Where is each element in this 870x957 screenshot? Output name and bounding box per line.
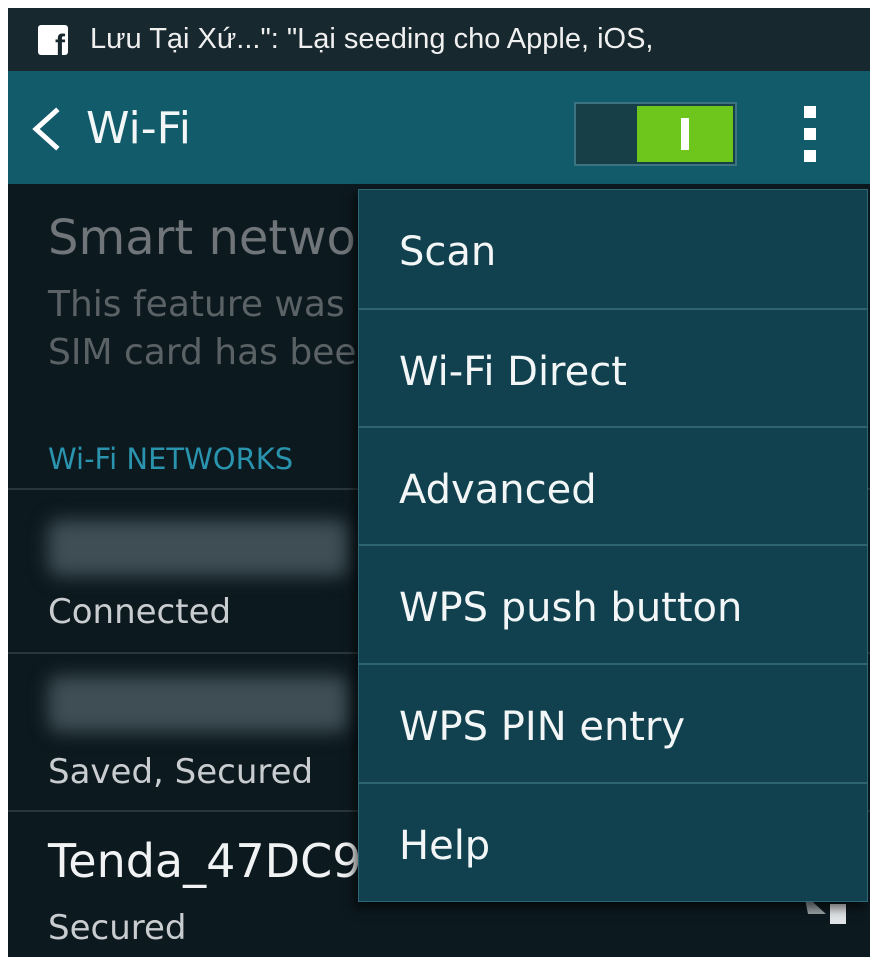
- phone-screen: f Lưu Tại Xứ...": "Lại seeding cho Apple…: [8, 8, 870, 957]
- menu-item-advanced[interactable]: Advanced: [359, 428, 867, 546]
- network-status: Connected: [48, 592, 232, 632]
- menu-item-wifi-direct[interactable]: Wi-Fi Direct: [359, 310, 867, 428]
- notification-bar[interactable]: f Lưu Tại Xứ...": "Lại seeding cho Apple…: [8, 8, 870, 71]
- menu-item-label: Wi-Fi Direct: [399, 349, 627, 395]
- network-status: Saved, Secured: [48, 752, 314, 792]
- page-title: Wi-Fi: [86, 103, 191, 154]
- menu-item-wps-push-button[interactable]: WPS push button: [359, 546, 867, 664]
- smart-network-description: This feature was: [48, 284, 345, 325]
- facebook-icon: f: [38, 25, 68, 55]
- notification-ticker-text: Lưu Tại Xứ...": "Lại seeding cho Apple, …: [90, 23, 654, 55]
- wifi-toggle-switch[interactable]: on: [574, 102, 737, 166]
- smart-network-description: SIM card has bee: [48, 332, 357, 373]
- smart-network-switch-title[interactable]: Smart netwo: [48, 208, 356, 268]
- menu-item-label: WPS push button: [399, 585, 743, 631]
- overflow-menu: Scan Wi-Fi Direct Advanced WPS push butt…: [358, 189, 868, 902]
- section-header: Wi-Fi NETWORKS: [48, 442, 294, 476]
- network-name-blurred[interactable]: [48, 676, 348, 732]
- action-bar: Wi-Fi on: [8, 71, 870, 184]
- menu-item-help[interactable]: Help: [359, 784, 867, 902]
- chevron-left-icon[interactable]: [28, 107, 64, 151]
- menu-item-label: WPS PIN entry: [399, 704, 686, 750]
- menu-item-label: Advanced: [399, 467, 597, 513]
- menu-item-scan[interactable]: Scan: [359, 190, 867, 308]
- menu-item-wps-pin-entry[interactable]: WPS PIN entry: [359, 665, 867, 783]
- toggle-thumb: [637, 106, 733, 162]
- network-name[interactable]: Tenda_47DC9: [48, 832, 361, 890]
- menu-item-label: Scan: [399, 229, 497, 275]
- network-name-blurred[interactable]: [48, 520, 348, 576]
- more-vert-icon[interactable]: [804, 106, 818, 162]
- network-status: Secured: [48, 908, 187, 948]
- menu-item-label: Help: [399, 823, 491, 869]
